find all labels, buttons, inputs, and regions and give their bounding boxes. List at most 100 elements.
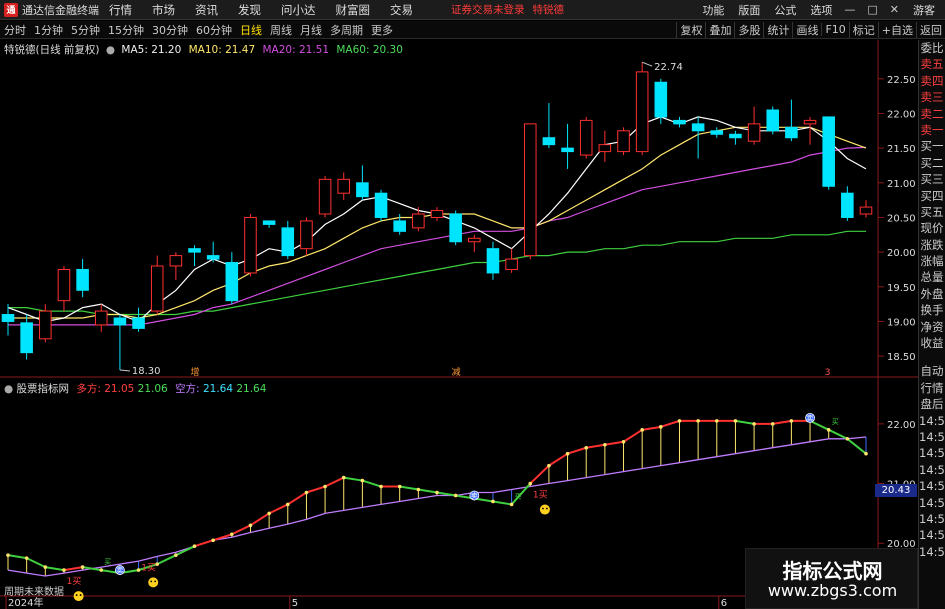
kong-dot	[696, 419, 700, 423]
btn-add-watchlist[interactable]: +自选	[877, 21, 916, 38]
btn-draw-line[interactable]: 画线	[792, 21, 821, 38]
tab-multi-period[interactable]: 多周期	[326, 22, 367, 38]
btn-f10[interactable]: F10	[821, 23, 848, 36]
smiley-eye	[75, 594, 78, 596]
kong-segment	[63, 566, 83, 572]
side-buy1[interactable]: 买一	[919, 138, 945, 154]
close-button[interactable]: ✕	[890, 3, 899, 16]
kong-dot	[416, 487, 421, 492]
kong-dot	[565, 451, 570, 456]
menu-function[interactable]: 功能	[702, 2, 724, 18]
kong-segment	[343, 476, 363, 482]
side-outer[interactable]: 外盘	[919, 286, 945, 302]
menu-market[interactable]: 市场	[152, 2, 175, 18]
kong-segment	[548, 452, 569, 467]
menu-quotes[interactable]: 行情	[109, 2, 132, 18]
tab-daily[interactable]: 日线	[236, 22, 266, 38]
side-after-hours[interactable]: 盘后	[919, 396, 945, 412]
side-time: 14:58	[919, 462, 945, 477]
menu-news[interactable]: 资讯	[195, 2, 218, 18]
candle-down	[356, 182, 369, 198]
menu-options[interactable]: 选项	[810, 2, 832, 18]
kong-dot	[547, 463, 551, 468]
side-sell4[interactable]: 卖四	[919, 73, 945, 89]
max-pointer	[641, 61, 653, 67]
side-volume[interactable]: 总量	[919, 269, 945, 285]
btn-multi-stock[interactable]: 多股	[734, 21, 763, 38]
side-earnings[interactable]: 收益	[919, 335, 945, 351]
tab-5min[interactable]: 5分钟	[67, 22, 104, 38]
menu-discover[interactable]: 发现	[238, 2, 261, 18]
side-change-pct[interactable]: 涨幅	[919, 253, 945, 269]
side-time: 14:58	[919, 495, 945, 510]
tab-30min[interactable]: 30分钟	[148, 22, 192, 38]
side-sell3[interactable]: 卖三	[919, 89, 945, 105]
kong-dot	[323, 484, 327, 489]
kong-dot	[136, 568, 141, 572]
menu-wealth[interactable]: 财富圈	[336, 2, 371, 18]
y-tick-label: 18.50	[887, 352, 916, 363]
max-price-label: 22.74	[654, 62, 683, 73]
side-sell1[interactable]: 卖一	[919, 122, 945, 138]
buy-signal-label: 1买	[67, 576, 82, 587]
candle-down	[113, 317, 127, 326]
kong-dot	[491, 499, 495, 504]
tab-1min[interactable]: 1分钟	[30, 22, 67, 38]
kong-value-1: 21.64	[202, 383, 234, 395]
kong-segment	[7, 554, 27, 560]
side-auto[interactable]: 自动	[919, 363, 945, 379]
kong-dot	[528, 481, 533, 486]
indicator-price-box: 20.43	[875, 484, 917, 497]
menu-trade[interactable]: 交易	[390, 2, 413, 18]
btn-back[interactable]: 返回	[916, 21, 945, 38]
candle-up	[598, 144, 612, 153]
guest-label[interactable]: 游客	[913, 2, 935, 18]
candle-up	[94, 310, 108, 326]
menu-xiaoda[interactable]: 问小达	[281, 2, 316, 18]
menu-layout[interactable]: 版面	[738, 2, 760, 18]
tab-intraday[interactable]: 分时	[0, 22, 30, 38]
side-net-assets[interactable]: 净资	[919, 319, 945, 335]
candle-down	[206, 255, 220, 260]
maximize-button[interactable]: □	[867, 3, 877, 16]
candle-up	[169, 255, 183, 267]
sell-marker-label: 卖	[471, 492, 478, 500]
kong-dot	[770, 422, 775, 426]
btn-restore-rights[interactable]: 复权	[676, 21, 705, 38]
login-notice[interactable]: 证券交易未登录	[451, 2, 525, 17]
side-buy5[interactable]: 买五	[919, 204, 945, 220]
tab-more[interactable]: 更多	[367, 22, 397, 38]
tab-monthly[interactable]: 月线	[296, 22, 326, 38]
app-logo-icon: 通	[4, 2, 18, 17]
side-price[interactable]: 现价	[919, 220, 945, 236]
side-turnover[interactable]: 换手	[919, 302, 945, 318]
side-buy3[interactable]: 买三	[919, 171, 945, 187]
tab-60min[interactable]: 60分钟	[192, 22, 236, 38]
side-buy2[interactable]: 买二	[919, 155, 945, 171]
btn-statistics[interactable]: 统计	[763, 21, 792, 38]
min-price-label: 18.30	[132, 366, 161, 377]
tab-weekly[interactable]: 周线	[266, 22, 296, 38]
tab-15min[interactable]: 15分钟	[104, 22, 148, 38]
kong-segment	[399, 485, 419, 491]
duo-value-1: 21.05	[104, 383, 135, 395]
kong-dot	[267, 511, 271, 516]
kong-dot	[789, 419, 794, 423]
kong-segment	[306, 485, 326, 494]
side-buy4[interactable]: 买四	[919, 188, 945, 204]
minimize-button[interactable]: —	[844, 3, 855, 16]
kong-label: 空方:	[175, 383, 200, 395]
side-sell5[interactable]: 卖五	[919, 56, 945, 72]
side-sell2[interactable]: 卖二	[919, 106, 945, 122]
kong-dot	[640, 428, 644, 432]
indicator-name[interactable]: 股票指标网	[17, 383, 70, 395]
btn-mark[interactable]: 标记	[848, 21, 878, 38]
side-change[interactable]: 涨跌	[919, 237, 945, 253]
btn-overlay[interactable]: 叠加	[705, 21, 734, 38]
side-weibi[interactable]: 委比	[919, 40, 945, 56]
kline-chart[interactable]: 1买1买1买卖卖卖买买买 22.5022.0021.5021.0020.5020…	[0, 40, 918, 609]
kong-segment	[418, 488, 438, 494]
kong-dot	[621, 439, 626, 444]
menu-formula[interactable]: 公式	[774, 2, 796, 18]
side-quotes[interactable]: 行情	[919, 380, 945, 396]
